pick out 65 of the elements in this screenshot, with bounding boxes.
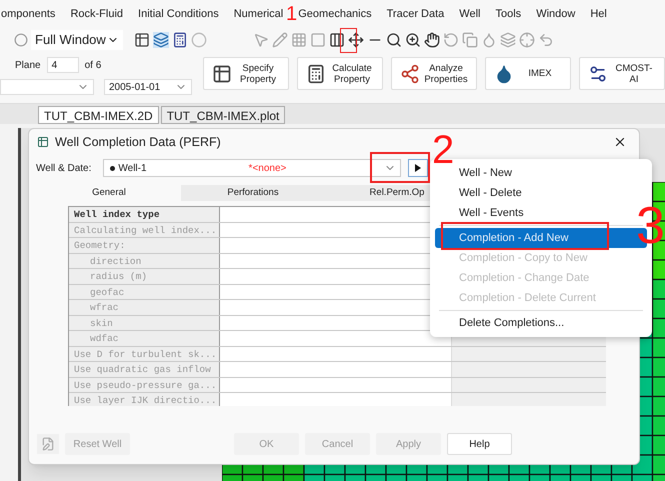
- property-name-cell: wdfac: [69, 331, 220, 346]
- play-icon: [415, 164, 422, 172]
- annotation-number: 1: [286, 4, 298, 24]
- window-title: Well Completion Data (PERF): [55, 134, 221, 151]
- calculator-icon: [306, 64, 326, 84]
- property-name-cell: direction: [69, 254, 220, 268]
- ribbon-button[interactable]: CMOST-AI: [579, 57, 665, 90]
- hand-icon[interactable]: [424, 32, 440, 48]
- date-dropdown[interactable]: 2005-01-01: [104, 79, 192, 95]
- ribbon-button[interactable]: Specify Property: [203, 57, 289, 90]
- ribbon-button[interactable]: IMEX: [485, 57, 571, 90]
- property-name-cell: Calculating well index...: [69, 222, 220, 237]
- menu-item[interactable]: omponents: [1, 6, 56, 22]
- menu-item[interactable]: Well: [459, 6, 480, 22]
- property-dropdown[interactable]: [0, 79, 94, 95]
- menu-item[interactable]: Geomechanics: [298, 6, 372, 22]
- property-name-cell: radius (m): [69, 269, 220, 284]
- undo-icon[interactable]: [538, 32, 554, 48]
- layers-icon[interactable]: [500, 32, 516, 48]
- droplet-icon[interactable]: [481, 32, 497, 48]
- property-name-cell: Use layer IJK directio...: [69, 393, 220, 406]
- menu-item[interactable]: Rock-Fluid: [70, 6, 124, 22]
- property-name-cell: Well index type: [69, 207, 220, 222]
- view-dropdown[interactable]: Full Window: [31, 30, 123, 50]
- property-name-cell: Use quadratic gas inflow: [69, 362, 220, 376]
- property-name-cell: Use D for turbulent sk...: [69, 346, 220, 361]
- menu-item[interactable]: Tools: [496, 6, 522, 22]
- copy-icon[interactable]: [462, 32, 478, 48]
- pencil-icon[interactable]: [272, 32, 288, 48]
- close-icon[interactable]: [613, 135, 627, 149]
- menu-item[interactable]: Window: [536, 6, 576, 22]
- well-date-label: Well & Date:: [36, 162, 92, 176]
- pointer-icon[interactable]: [253, 32, 269, 48]
- menu-item[interactable]: Hel: [590, 6, 607, 22]
- highlight-frame: [340, 28, 357, 53]
- highlight-frame: [370, 152, 430, 183]
- move-icon[interactable]: [348, 32, 364, 48]
- menu-item[interactable]: Tracer Data: [386, 6, 444, 22]
- plane-field[interactable]: 4: [46, 57, 79, 73]
- window-icon: [37, 136, 49, 148]
- property-name-cell: skin: [69, 316, 220, 330]
- plane-label: Plane: [15, 58, 41, 72]
- tab[interactable]: Perforations: [181, 185, 325, 201]
- next-button[interactable]: [408, 159, 428, 177]
- menu-item[interactable]: Initial Conditions: [138, 6, 219, 22]
- property-name-cell: Geometry:: [69, 238, 220, 252]
- table-icon[interactable]: [134, 32, 150, 48]
- document-tab[interactable]: TUT_CBM-IMEX.2D: [38, 106, 159, 124]
- document-tab[interactable]: TUT_CBM-IMEX.plot: [160, 106, 286, 124]
- zoom-in-icon[interactable]: [405, 32, 421, 48]
- dialog-button[interactable]: Help: [447, 433, 512, 455]
- property-name-cell: Use pseudo-pressure ga...: [69, 378, 220, 392]
- well-date-dropdown[interactable]: Well-1 *<none>: [103, 159, 402, 177]
- menu-option[interactable]: Delete Completions...: [435, 313, 647, 333]
- search-icon[interactable]: [386, 32, 402, 48]
- crosshair-icon[interactable]: [519, 32, 535, 48]
- nodes-icon: [400, 64, 420, 84]
- ribbon-button[interactable]: Analyze Properties: [391, 57, 477, 90]
- property-name-cell: geofac: [69, 284, 220, 299]
- menu-item[interactable]: Numerical: [234, 6, 284, 22]
- ribbon-button[interactable]: Calculate Property: [297, 57, 383, 90]
- property-name-cell: wfrac: [69, 300, 220, 314]
- grid-icon[interactable]: [291, 32, 307, 48]
- edit-note-icon[interactable]: [37, 434, 59, 454]
- plane-count: of 6: [84, 58, 102, 72]
